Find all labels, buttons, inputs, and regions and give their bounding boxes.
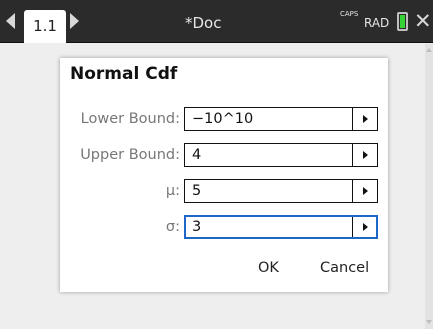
std-dev-label: σ: xyxy=(165,219,180,235)
document-toolbar: 1.1 *Doc CAPS RAD ✕ xyxy=(0,0,433,43)
upper-bound-value[interactable]: 4 xyxy=(192,147,201,163)
battery-level-fill xyxy=(400,15,405,28)
std-dev-row: σ: 3 xyxy=(60,215,388,241)
dialog-title: Normal Cdf xyxy=(70,64,178,84)
scroll-up-icon[interactable] xyxy=(426,48,432,52)
battery-icon xyxy=(397,12,408,31)
close-icon[interactable]: ✕ xyxy=(414,10,432,32)
normal-cdf-dialog: Normal Cdf Lower Bound: −10^10 Upper Bou… xyxy=(60,58,388,292)
scroll-down-icon[interactable] xyxy=(426,320,432,324)
field-divider xyxy=(352,144,353,166)
mean-label: μ: xyxy=(165,183,180,199)
dropdown-arrow-icon[interactable] xyxy=(363,115,368,123)
scrollbar[interactable] xyxy=(425,44,433,329)
std-dev-value[interactable]: 3 xyxy=(192,219,201,235)
dropdown-arrow-icon[interactable] xyxy=(363,187,368,195)
upper-bound-field[interactable]: 4 xyxy=(184,143,378,167)
std-dev-field[interactable]: 3 xyxy=(184,215,378,239)
previous-page-arrow-icon[interactable] xyxy=(6,13,15,29)
upper-bound-label: Upper Bound: xyxy=(80,147,180,163)
dropdown-arrow-icon[interactable] xyxy=(363,151,368,159)
field-divider xyxy=(352,217,353,237)
lower-bound-field[interactable]: −10^10 xyxy=(184,107,378,131)
field-divider xyxy=(352,180,353,202)
angle-mode-indicator: RAD xyxy=(364,16,390,30)
mean-value[interactable]: 5 xyxy=(192,183,201,199)
lower-bound-row: Lower Bound: −10^10 xyxy=(60,107,388,133)
tab-label: 1.1 xyxy=(33,17,57,35)
ok-button[interactable]: OK xyxy=(258,260,279,276)
tab-page-1-1[interactable]: 1.1 xyxy=(24,10,66,43)
dropdown-arrow-icon[interactable] xyxy=(363,223,368,231)
cancel-button[interactable]: Cancel xyxy=(320,260,369,276)
field-divider xyxy=(352,108,353,130)
document-title: *Doc xyxy=(185,14,222,32)
mean-field[interactable]: 5 xyxy=(184,179,378,203)
mean-row: μ: 5 xyxy=(60,179,388,205)
caps-indicator: CAPS xyxy=(340,10,359,18)
lower-bound-label: Lower Bound: xyxy=(80,111,180,127)
next-page-arrow-icon[interactable] xyxy=(70,13,79,29)
upper-bound-row: Upper Bound: 4 xyxy=(60,143,388,169)
lower-bound-value[interactable]: −10^10 xyxy=(192,111,253,127)
